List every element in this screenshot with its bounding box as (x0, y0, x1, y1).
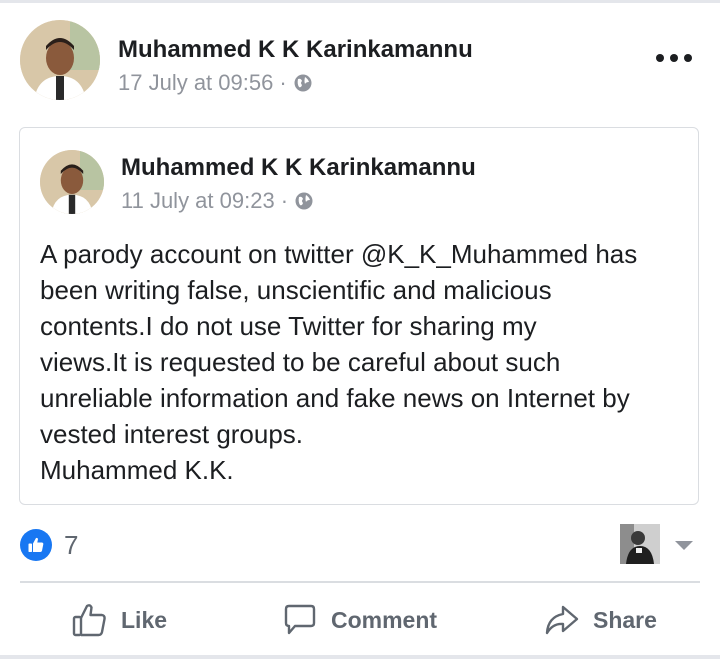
post-text-line: unreliable information and fake news on … (40, 383, 630, 413)
post-author-name[interactable]: Muhammed K K Karinkamannu (118, 36, 473, 64)
comment-label: Comment (331, 606, 438, 633)
post-timestamp[interactable]: 17 July at 09:56 (118, 70, 273, 96)
post-text-line: Muhammed K.K. (40, 455, 234, 485)
share-label: Share (593, 606, 657, 633)
like-label: Like (121, 606, 168, 633)
comment-icon (284, 604, 316, 635)
post-text-line: vested interest groups. (40, 419, 304, 449)
shared-author-avatar[interactable] (40, 150, 104, 214)
divider (20, 581, 700, 583)
shared-meta-separator: · (280, 188, 289, 213)
post-text-line: been writing false, unscientific and mal… (40, 275, 552, 305)
shared-post-meta: 11 July at 09:23 · (121, 188, 314, 214)
shared-post-author-name[interactable]: Muhammed K K Karinkamannu (121, 154, 476, 182)
reaction-count[interactable]: 7 (64, 530, 78, 561)
author-avatar[interactable] (20, 20, 100, 100)
share-icon (545, 605, 579, 635)
post-text-line: contents.I do not use Twitter for sharin… (40, 311, 537, 341)
thumbs-up-icon (72, 604, 106, 637)
post-meta: 17 July at 09:56 · (118, 70, 313, 96)
globe-icon (294, 74, 312, 92)
shared-post-timestamp[interactable]: 11 July at 09:23 (121, 188, 275, 214)
shared-post-text: A parody account on twitter @K_K_Muhamme… (40, 236, 690, 488)
top-border (0, 0, 720, 3)
like-reaction-icon[interactable] (20, 529, 52, 561)
globe-icon (295, 192, 313, 210)
post-text-line: views.It is requested to be careful abou… (40, 347, 561, 377)
post-text-line: A parody account on twitter @K_K_Muhamme… (40, 239, 638, 269)
more-options-icon[interactable] (656, 48, 692, 68)
meta-separator: · (279, 70, 287, 95)
chevron-down-icon[interactable] (675, 541, 693, 550)
reactor-avatar[interactable] (620, 524, 660, 564)
share-button[interactable]: Share (543, 598, 657, 642)
like-button[interactable]: Like (71, 598, 167, 642)
comment-button[interactable]: Comment (281, 598, 437, 642)
bottom-border (0, 655, 720, 659)
